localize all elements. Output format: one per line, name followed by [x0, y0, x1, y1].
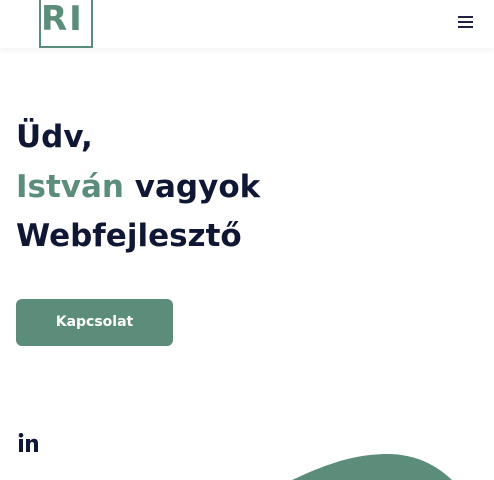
decorative-blob [292, 454, 452, 480]
hero-role: Webfejlesztő [16, 218, 242, 254]
logo[interactable]: RI [39, 0, 93, 48]
hamburger-menu-button[interactable] [456, 14, 476, 32]
linkedin-icon [18, 433, 38, 452]
hero-name-line: István vagyok [16, 163, 260, 213]
logo-text: RI [41, 0, 84, 39]
linkedin-link[interactable] [18, 433, 38, 452]
hero-name: István [16, 168, 125, 205]
contact-button[interactable]: Kapcsolat [16, 299, 173, 346]
page: RI Üdv, István vagyok Webfejlesztő Kapcs… [0, 0, 494, 480]
hero-greeting: Üdv, [16, 119, 93, 155]
hero-heading: Üdv, István vagyok Webfejlesztő [16, 113, 260, 262]
hero-name-suffix: vagyok [124, 168, 261, 205]
site-header: RI [0, 0, 494, 48]
